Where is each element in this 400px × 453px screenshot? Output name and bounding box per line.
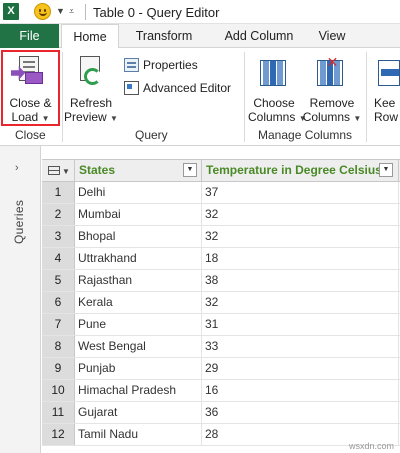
row-number[interactable]: 1 bbox=[42, 182, 75, 203]
row-number[interactable]: 4 bbox=[42, 248, 75, 269]
properties-button[interactable]: Properties bbox=[124, 56, 236, 74]
cell-state[interactable]: Punjab bbox=[75, 358, 202, 379]
remove-columns-button[interactable]: ✕ Remove Columns ▼ bbox=[302, 50, 362, 126]
cell-temperature[interactable]: 31 bbox=[202, 314, 399, 335]
table-row[interactable]: 6 Kerala 32 bbox=[42, 292, 400, 314]
cell-temperature[interactable]: 37 bbox=[202, 182, 399, 203]
refresh-preview-button[interactable]: Refresh Preview ▼ bbox=[64, 50, 118, 126]
ribbon-home: Close & Load ▼ Close Refresh Preview ▼ P… bbox=[0, 48, 400, 146]
remove-x-icon: ✕ bbox=[326, 54, 339, 70]
window-title: Table 0 - Query Editor bbox=[93, 5, 220, 20]
cell-state[interactable]: Pune bbox=[75, 314, 202, 335]
row-number[interactable]: 7 bbox=[42, 314, 75, 335]
quick-access-dropdown-icon[interactable]: ▼ bbox=[56, 6, 65, 16]
column-header-states[interactable]: States ▼ bbox=[75, 160, 202, 181]
cell-temperature[interactable]: 32 bbox=[202, 226, 399, 247]
cell-temperature[interactable]: 32 bbox=[202, 292, 399, 313]
table-row[interactable]: 3 Bhopal 32 bbox=[42, 226, 400, 248]
cell-state[interactable]: Kerala bbox=[75, 292, 202, 313]
table-row[interactable]: 2 Mumbai 32 bbox=[42, 204, 400, 226]
row-number[interactable]: 5 bbox=[42, 270, 75, 291]
cell-state[interactable]: Delhi bbox=[75, 182, 202, 203]
cell-temperature[interactable]: 32 bbox=[202, 204, 399, 225]
choose-columns-button[interactable]: Choose Columns ▼ bbox=[248, 50, 307, 126]
expand-queries-icon[interactable]: › bbox=[15, 162, 19, 174]
cell-state[interactable]: Mumbai bbox=[75, 204, 202, 225]
customize-quick-access-icon[interactable]: ⩡ bbox=[69, 6, 74, 17]
cell-state[interactable]: West Bengal bbox=[75, 336, 202, 357]
table-menu-button[interactable]: ▼ bbox=[42, 160, 75, 181]
cell-temperature[interactable]: 18 bbox=[202, 248, 399, 269]
table-row[interactable]: 4 Uttrakhand 18 bbox=[42, 248, 400, 270]
table-row[interactable]: 11 Gujarat 36 bbox=[42, 402, 400, 424]
row-number[interactable]: 10 bbox=[42, 380, 75, 401]
properties-icon bbox=[124, 58, 139, 72]
table-row[interactable]: 8 West Bengal 33 bbox=[42, 336, 400, 358]
cell-state[interactable]: Gujarat bbox=[75, 402, 202, 423]
table-row[interactable]: 9 Punjab 29 bbox=[42, 358, 400, 380]
tab-home[interactable]: Home bbox=[61, 24, 119, 49]
choose-columns-icon bbox=[260, 60, 286, 86]
ribbon-tabs: File Home Transform Add Column View bbox=[0, 24, 400, 49]
queries-pane[interactable]: › Queries bbox=[0, 146, 41, 453]
table-row[interactable]: 5 Rajasthan 38 bbox=[42, 270, 400, 292]
filter-dropdown-icon[interactable]: ▼ bbox=[379, 163, 393, 177]
grid-header: ▼ States ▼ Temperature in Degree Celsius… bbox=[42, 159, 400, 182]
cell-temperature[interactable]: 38 bbox=[202, 270, 399, 291]
cell-state[interactable]: Uttrakhand bbox=[75, 248, 202, 269]
tab-add-column[interactable]: Add Column bbox=[212, 24, 306, 48]
advanced-editor-icon bbox=[124, 81, 139, 95]
tab-file[interactable]: File bbox=[0, 24, 59, 48]
tab-transform[interactable]: Transform bbox=[126, 24, 202, 48]
filter-dropdown-icon[interactable]: ▼ bbox=[183, 163, 197, 177]
table-row[interactable]: 10 Himachal Pradesh 16 bbox=[42, 380, 400, 402]
group-label-manage-columns: Manage Columns bbox=[258, 128, 353, 142]
cell-state[interactable]: Bhopal bbox=[75, 226, 202, 247]
table-row[interactable]: 12 Tamil Nadu 28 bbox=[42, 424, 400, 446]
cell-state[interactable]: Rajasthan bbox=[75, 270, 202, 291]
row-number[interactable]: 3 bbox=[42, 226, 75, 247]
table-row[interactable]: 1 Delhi 37 bbox=[42, 182, 400, 204]
cell-temperature[interactable]: 36 bbox=[202, 402, 399, 423]
smiley-feedback-icon[interactable] bbox=[34, 3, 51, 20]
cell-state[interactable]: Tamil Nadu bbox=[75, 424, 202, 445]
group-label-close: Close bbox=[15, 128, 46, 142]
queries-pane-label: Queries bbox=[12, 199, 26, 244]
tab-view[interactable]: View bbox=[312, 24, 352, 48]
excel-logo-icon: X bbox=[3, 3, 19, 20]
row-number[interactable]: 2 bbox=[42, 204, 75, 225]
column-header-temperature[interactable]: Temperature in Degree Celsius ▼ bbox=[202, 160, 399, 181]
cell-temperature[interactable]: 16 bbox=[202, 380, 399, 401]
cell-state[interactable]: Himachal Pradesh bbox=[75, 380, 202, 401]
table-icon bbox=[48, 166, 60, 175]
close-and-load-button[interactable]: Close & Load ▼ bbox=[1, 50, 60, 126]
row-number[interactable]: 9 bbox=[42, 358, 75, 379]
keep-rows-button[interactable]: Kee Row bbox=[370, 50, 400, 126]
advanced-editor-button[interactable]: Advanced Editor bbox=[124, 79, 238, 97]
keep-rows-icon bbox=[378, 60, 400, 86]
group-label-query: Query bbox=[135, 128, 168, 142]
data-grid: ▼ States ▼ Temperature in Degree Celsius… bbox=[41, 146, 400, 453]
cell-temperature[interactable]: 33 bbox=[202, 336, 399, 357]
table-row[interactable]: 7 Pune 31 bbox=[42, 314, 400, 336]
row-number[interactable]: 8 bbox=[42, 336, 75, 357]
row-number[interactable]: 12 bbox=[42, 424, 75, 445]
row-number[interactable]: 6 bbox=[42, 292, 75, 313]
watermark: wsxdn.com bbox=[349, 441, 395, 451]
title-bar: X ▼ ⩡ Table 0 - Query Editor bbox=[0, 0, 400, 24]
cell-temperature[interactable]: 29 bbox=[202, 358, 399, 379]
row-number[interactable]: 11 bbox=[42, 402, 75, 423]
